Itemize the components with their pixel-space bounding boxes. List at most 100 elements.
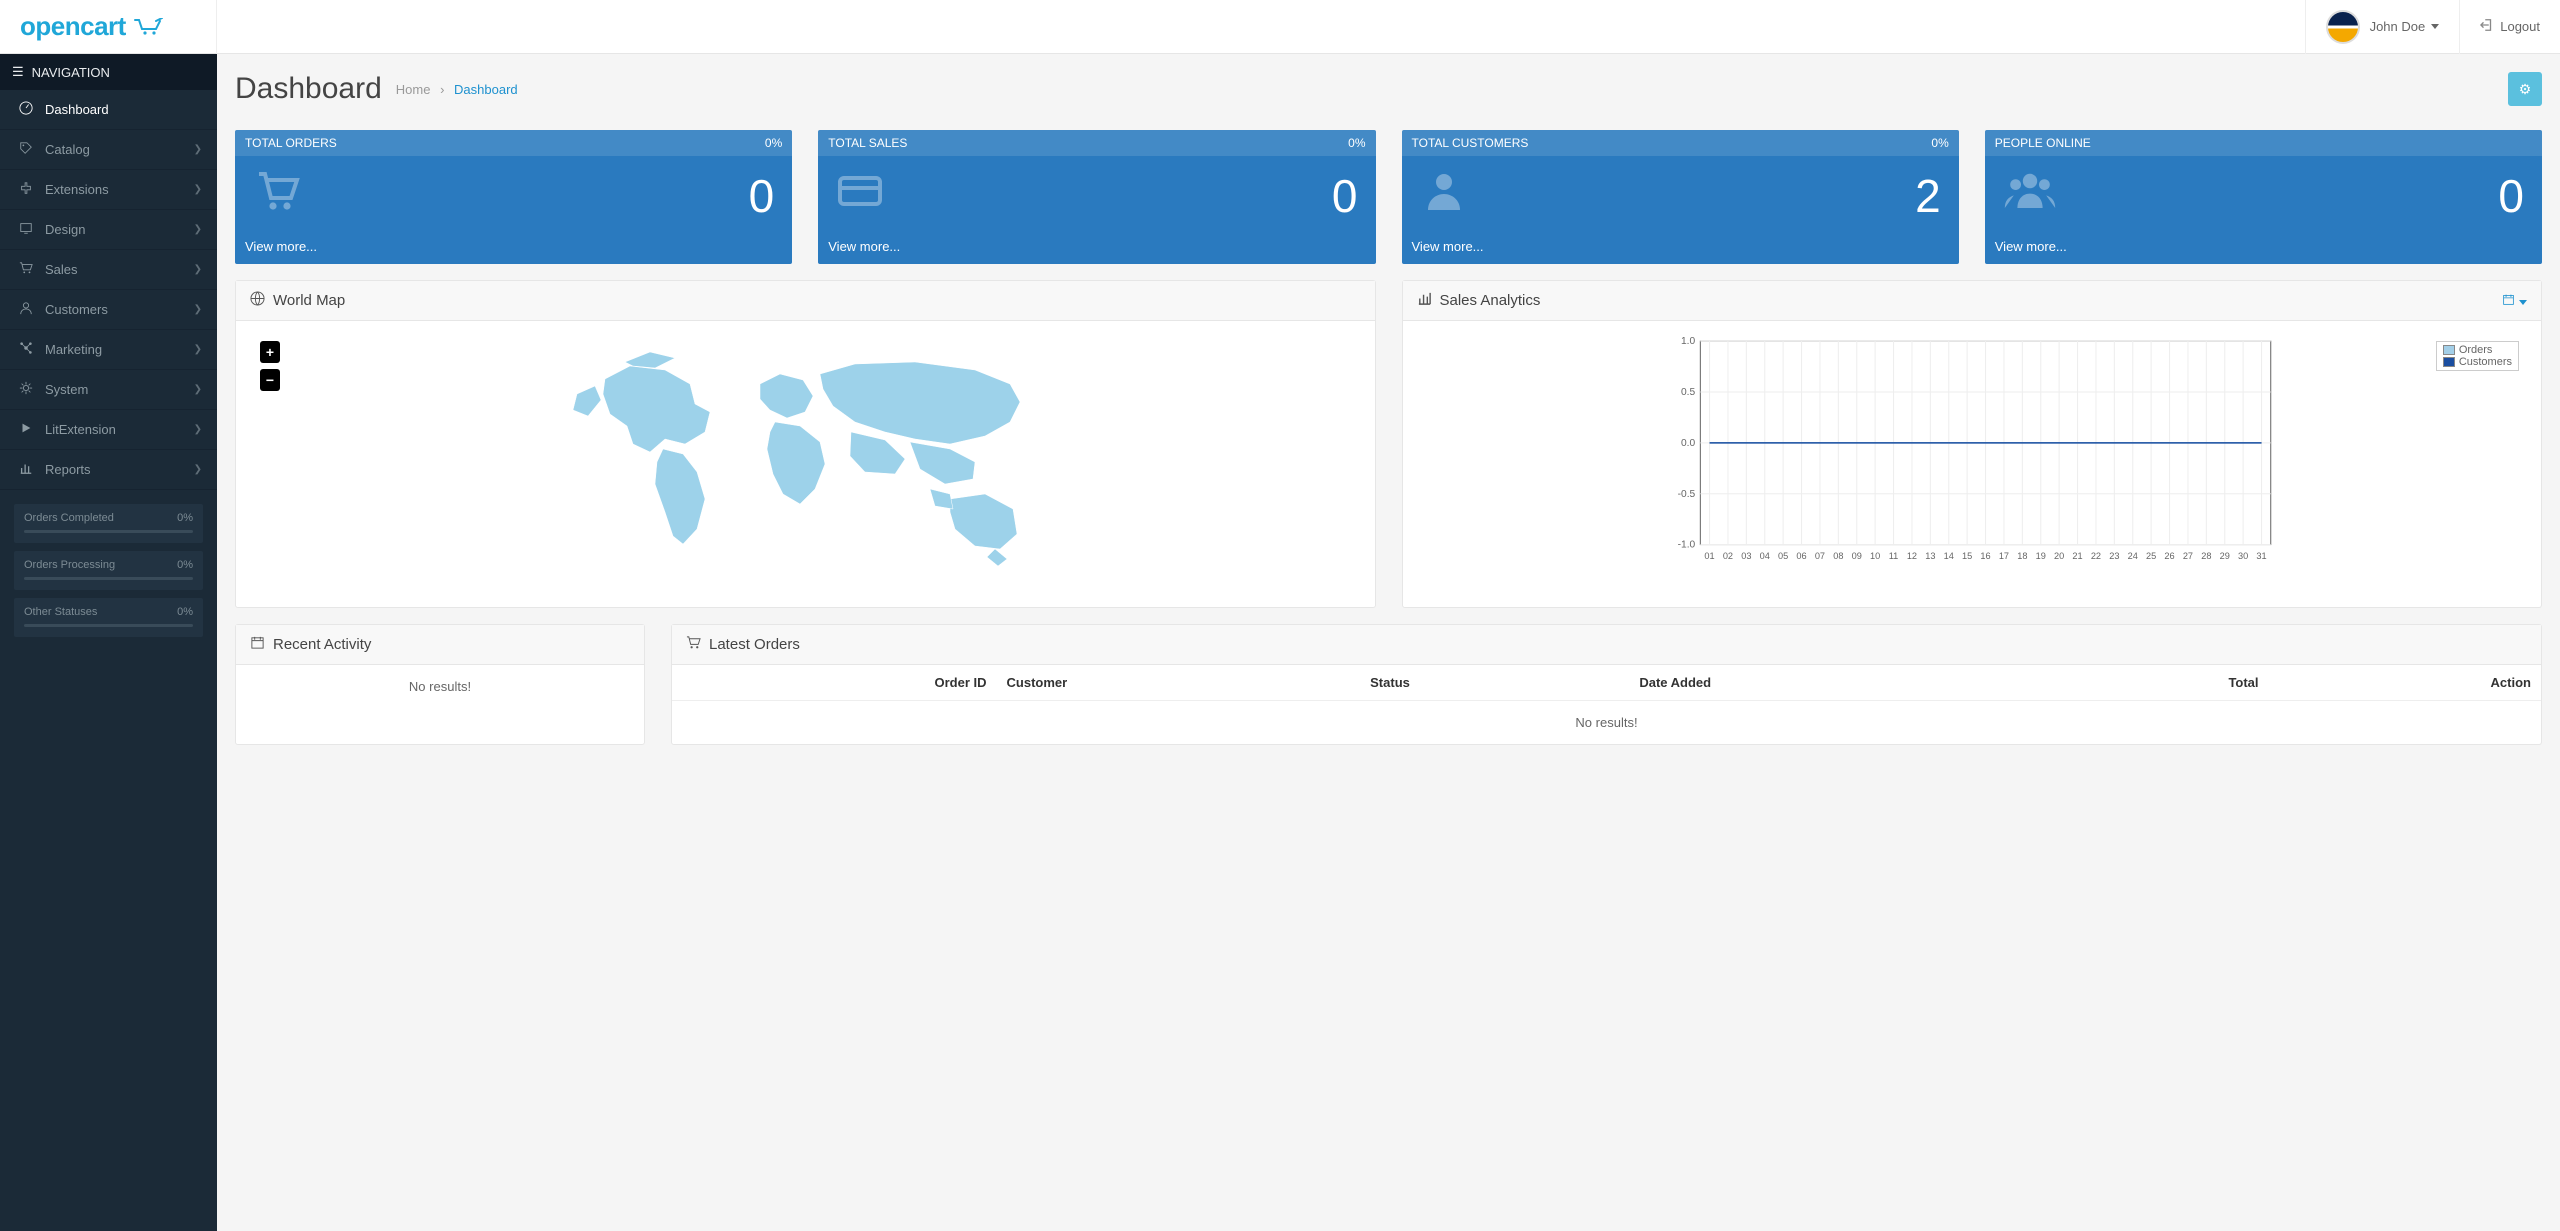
svg-text:-1.0: -1.0 (1677, 540, 1695, 551)
nav-title: ☰ NAVIGATION (0, 54, 217, 90)
svg-text:31: 31 (2256, 551, 2266, 561)
globe-icon (250, 291, 265, 310)
chevron-right-icon: ❯ (194, 384, 202, 395)
svg-text:11: 11 (1888, 551, 1898, 561)
svg-text:13: 13 (1925, 551, 1935, 561)
sidebar-item-sales[interactable]: Sales ❯ (0, 250, 217, 289)
sidebar-item-dashboard[interactable]: Dashboard (0, 90, 217, 129)
chevron-right-icon: ❯ (194, 424, 202, 435)
svg-text:18: 18 (2017, 551, 2027, 561)
tile-pct: 0% (765, 136, 782, 150)
sales-analytics-panel: Sales Analytics -1.0-0.50.00.51.00102030… (1402, 280, 2543, 608)
litextension-icon (15, 421, 37, 438)
recent-title: Recent Activity (273, 636, 371, 653)
breadcrumb-current[interactable]: Dashboard (454, 82, 518, 97)
tile-title: TOTAL SALES (828, 136, 907, 150)
page-title: Dashboard (235, 72, 382, 106)
cart-icon (134, 18, 164, 36)
sidebar-item-design[interactable]: Design ❯ (0, 210, 217, 249)
marketing-icon (15, 341, 37, 358)
username: John Doe (2370, 19, 2426, 34)
svg-text:1.0: 1.0 (1681, 336, 1696, 347)
svg-text:12: 12 (1906, 551, 1916, 561)
sidebar-item-system[interactable]: System❯ (0, 370, 217, 409)
gear-icon: ⚙ (2519, 81, 2532, 97)
stat-tiles: TOTAL ORDERS0%0View more...TOTAL SALES0%… (235, 130, 2542, 264)
svg-text:29: 29 (2219, 551, 2229, 561)
calendar-icon (250, 635, 265, 654)
catalog-icon (15, 141, 37, 158)
analytics-date-picker[interactable] (2502, 293, 2527, 309)
tile-value: 0 (749, 169, 775, 223)
sidebar-item-label: Marketing (45, 342, 102, 357)
sidebar-item-label: Design (45, 222, 85, 237)
tile-value: 2 (1915, 169, 1941, 223)
svg-text:14: 14 (1943, 551, 1953, 561)
svg-text:26: 26 (2164, 551, 2174, 561)
svg-text:05: 05 (1778, 551, 1788, 561)
latest-orders-table: Order IDCustomerStatusDate AddedTotalAct… (672, 665, 2541, 744)
settings-button[interactable]: ⚙ (2508, 72, 2542, 106)
svg-text:22: 22 (2090, 551, 2100, 561)
svg-text:17: 17 (1998, 551, 2008, 561)
avatar (2326, 10, 2360, 44)
svg-text:04: 04 (1759, 551, 1769, 561)
chevron-right-icon: ❯ (194, 464, 202, 475)
stat-tile: TOTAL SALES0%0View more... (818, 130, 1375, 264)
svg-text:0.0: 0.0 (1681, 438, 1696, 449)
breadcrumb: Home › Dashboard (396, 82, 518, 97)
tile-pct: 0% (1931, 136, 1948, 150)
sidebar-item-extensions[interactable]: Extensions ❯ (0, 170, 217, 209)
analytics-title: Sales Analytics (1440, 292, 1541, 309)
reports-icon (15, 461, 37, 478)
user-menu[interactable]: John Doe (2305, 0, 2460, 54)
breadcrumb-home[interactable]: Home (396, 82, 431, 97)
sidebar-stats: Orders Completed0%Orders Processing0%Oth… (0, 490, 217, 659)
sidebar-item-marketing[interactable]: Marketing ❯ (0, 330, 217, 369)
svg-text:25: 25 (2146, 551, 2156, 561)
sidebar-item-label: Sales (45, 262, 78, 277)
svg-text:01: 01 (1704, 551, 1714, 561)
analytics-chart[interactable]: -1.0-0.50.00.51.001020304050607080910111… (1417, 335, 2528, 565)
tile-view-more[interactable]: View more... (245, 239, 317, 254)
page-head: Dashboard Home › Dashboard ⚙ (235, 54, 2542, 118)
sidebar-item-reports[interactable]: Reports❯ (0, 450, 217, 489)
logout-button[interactable]: Logout (2459, 0, 2560, 54)
tile-view-more[interactable]: View more... (828, 239, 900, 254)
svg-text:19: 19 (2035, 551, 2045, 561)
chevron-right-icon: ❯ (194, 344, 202, 355)
stat-tile: TOTAL ORDERS0%0View more... (235, 130, 792, 264)
tile-title: PEOPLE ONLINE (1995, 136, 2091, 150)
world-map-title: World Map (273, 292, 345, 309)
chevron-right-icon: ❯ (194, 184, 202, 195)
svg-text:27: 27 (2182, 551, 2192, 561)
sidebar-item-customers[interactable]: Customers❯ (0, 290, 217, 329)
latest-orders-title: Latest Orders (709, 636, 800, 653)
chevron-right-icon: ❯ (194, 264, 202, 275)
stat-tile: PEOPLE ONLINE0View more... (1985, 130, 2542, 264)
customers-icon (15, 301, 37, 318)
tile-view-more[interactable]: View more... (1412, 239, 1484, 254)
svg-text:21: 21 (2072, 551, 2082, 561)
world-map[interactable] (555, 344, 1055, 584)
tile-icon (836, 166, 884, 225)
header: opencart John Doe Logout (0, 0, 2560, 54)
table-header: Total (2043, 665, 2269, 701)
svg-text:24: 24 (2127, 551, 2137, 561)
table-header: Status (1360, 665, 1629, 701)
nav: DashboardCatalog❯Extensions❯Design❯Sales… (0, 90, 217, 490)
logo[interactable]: opencart (0, 0, 217, 54)
tile-view-more[interactable]: View more... (1995, 239, 2067, 254)
map-zoom-in[interactable]: + (260, 341, 280, 363)
sidebar-item-litextension[interactable]: LitExtension❯ (0, 410, 217, 449)
sidebar-stat: Other Statuses0% (14, 598, 203, 637)
svg-text:10: 10 (1870, 551, 1880, 561)
sidebar-item-label: Customers (45, 302, 108, 317)
chevron-right-icon: ❯ (194, 224, 202, 235)
sidebar-item-label: Extensions (45, 182, 109, 197)
svg-text:-0.5: -0.5 (1677, 489, 1695, 500)
sidebar-item-catalog[interactable]: Catalog❯ (0, 130, 217, 169)
tile-icon (2003, 166, 2057, 225)
map-zoom-out[interactable]: − (260, 369, 280, 391)
logout-icon (2480, 18, 2494, 35)
